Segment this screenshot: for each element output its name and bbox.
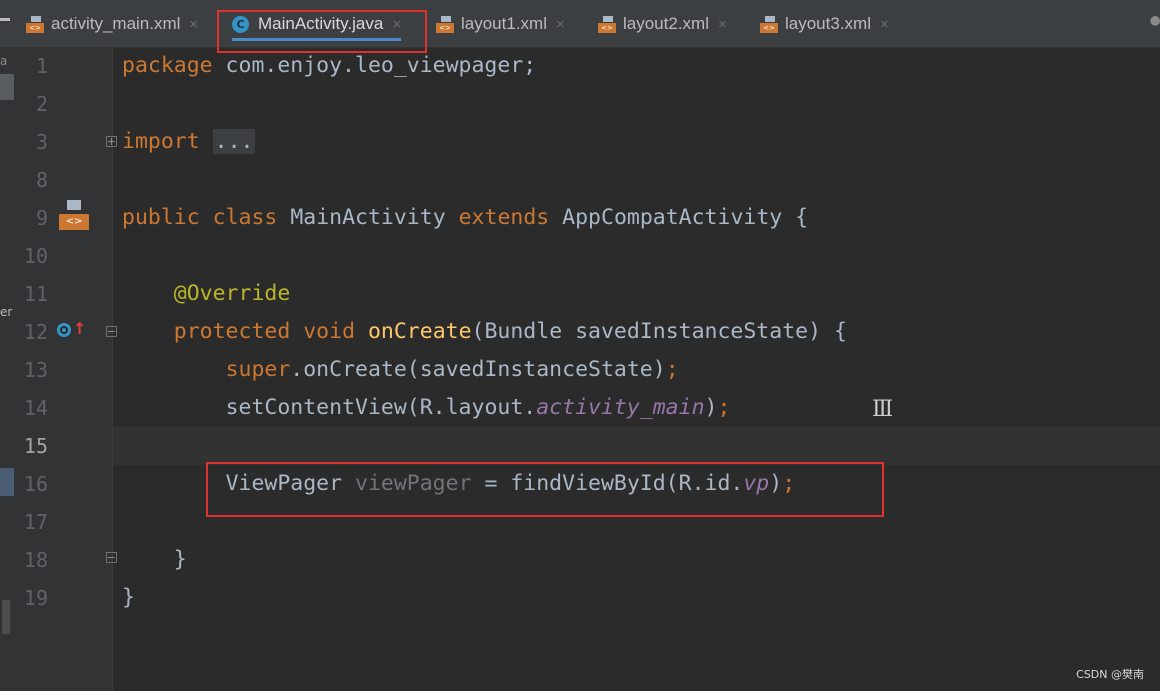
- close-icon[interactable]: ×: [718, 16, 727, 33]
- line-number: 16: [23, 472, 48, 496]
- close-icon[interactable]: ×: [556, 16, 565, 33]
- tab-label: layout2.xml: [623, 14, 709, 33]
- code-line-class-close: }: [122, 579, 135, 617]
- keyword: void: [303, 319, 356, 344]
- package-name: com.enjoy.leo_viewpager;: [212, 53, 537, 78]
- tab-layout3-xml[interactable]: <> layout3.xml ×: [760, 8, 889, 40]
- code-highlight-box: [206, 462, 884, 517]
- side-label: er: [0, 305, 13, 319]
- xml-layout-icon: <>: [26, 15, 44, 33]
- tab-bar-menu-icon[interactable]: [0, 18, 10, 21]
- close-icon[interactable]: ×: [880, 16, 889, 33]
- class-name: MainActivity: [290, 205, 446, 230]
- tab-activity-main-xml[interactable]: <> activity_main.xml ×: [26, 8, 198, 40]
- annotation: @Override: [173, 281, 291, 306]
- tab-label: activity_main.xml: [51, 14, 181, 33]
- keyword: package: [122, 53, 213, 78]
- tab-layout1-xml[interactable]: <> layout1.xml ×: [436, 8, 565, 40]
- code-line-annotation: @Override: [122, 275, 291, 313]
- layout-file-gutter-icon[interactable]: <>: [59, 200, 89, 232]
- statement: .onCreate(savedInstanceState): [290, 357, 666, 382]
- line-number: 11: [23, 282, 48, 306]
- code-line-super-call: super.onCreate(savedInstanceState);: [122, 351, 679, 389]
- semicolon: ;: [665, 357, 679, 382]
- editor-settings-icon[interactable]: ●: [1150, 10, 1160, 29]
- side-label: a: [0, 54, 8, 68]
- folded-imports[interactable]: ...: [212, 129, 256, 154]
- line-number: 8: [35, 168, 48, 192]
- code-line-class-declaration: public class MainActivity extends AppCom…: [122, 199, 808, 237]
- keyword: extends: [458, 205, 550, 230]
- tab-label: layout3.xml: [785, 14, 871, 33]
- brace: {: [782, 205, 809, 230]
- line-number: 3: [35, 130, 48, 154]
- xml-layout-icon: <>: [760, 15, 778, 33]
- editor-tab-bar: <> activity_main.xml × C MainActivity.ja…: [0, 0, 1160, 48]
- line-number-current: 15: [23, 434, 48, 458]
- xml-layout-icon: <>: [598, 15, 616, 33]
- line-number: 13: [23, 358, 48, 382]
- statement: setContentView(R.layout.: [225, 395, 537, 420]
- code-line-method-close: }: [122, 541, 187, 579]
- current-line-highlight: [113, 427, 1160, 465]
- line-number: 10: [23, 244, 48, 268]
- close-icon[interactable]: ×: [189, 16, 198, 33]
- field-reference: activity_main: [536, 395, 705, 420]
- method-name: onCreate: [367, 319, 472, 344]
- line-number: 2: [35, 92, 48, 116]
- paren: ): [704, 395, 718, 420]
- text-cursor-icon: Ⅲ: [872, 397, 894, 422]
- tool-strip-marker: [0, 468, 14, 496]
- watermark: CSDN @樊南: [1076, 668, 1144, 681]
- tool-strip-marker: [0, 74, 14, 100]
- fold-collapse-icon[interactable]: [106, 326, 117, 337]
- scrollbar-thumb[interactable]: [2, 600, 10, 634]
- code-line-package: package com.enjoy.leo_viewpager;: [122, 47, 536, 85]
- keyword: super: [225, 357, 291, 382]
- xml-layout-icon: <>: [436, 15, 454, 33]
- semicolon: ;: [717, 395, 731, 420]
- keyword: protected: [173, 319, 291, 344]
- brace: }: [173, 547, 187, 572]
- fold-end-icon[interactable]: [106, 552, 117, 563]
- line-number: 9: [35, 206, 48, 230]
- line-number: 14: [23, 396, 48, 420]
- overrides-method-icon[interactable]: ↑: [57, 321, 86, 341]
- tab-layout2-xml[interactable]: <> layout2.xml ×: [598, 8, 727, 40]
- line-number: 12: [23, 320, 48, 344]
- brace: }: [122, 585, 135, 610]
- line-number: 18: [23, 548, 48, 572]
- code-line-method-declaration: protected void onCreate(Bundle savedInst…: [122, 313, 847, 351]
- parent-class: AppCompatActivity: [562, 205, 783, 230]
- line-number: 1: [35, 54, 48, 78]
- tab-label: layout1.xml: [461, 14, 547, 33]
- keyword: public: [122, 205, 200, 230]
- line-number: 17: [23, 510, 48, 534]
- left-tool-strip: a er: [0, 48, 14, 691]
- method-params: (Bundle savedInstanceState) {: [471, 319, 847, 344]
- keyword: class: [212, 205, 278, 230]
- line-number: 19: [23, 586, 48, 610]
- code-line-import: import ...: [122, 123, 256, 161]
- fold-expand-icon[interactable]: [106, 136, 117, 147]
- code-line-set-content-view: setContentView(R.layout.activity_main);: [122, 389, 731, 427]
- keyword: import: [122, 129, 200, 154]
